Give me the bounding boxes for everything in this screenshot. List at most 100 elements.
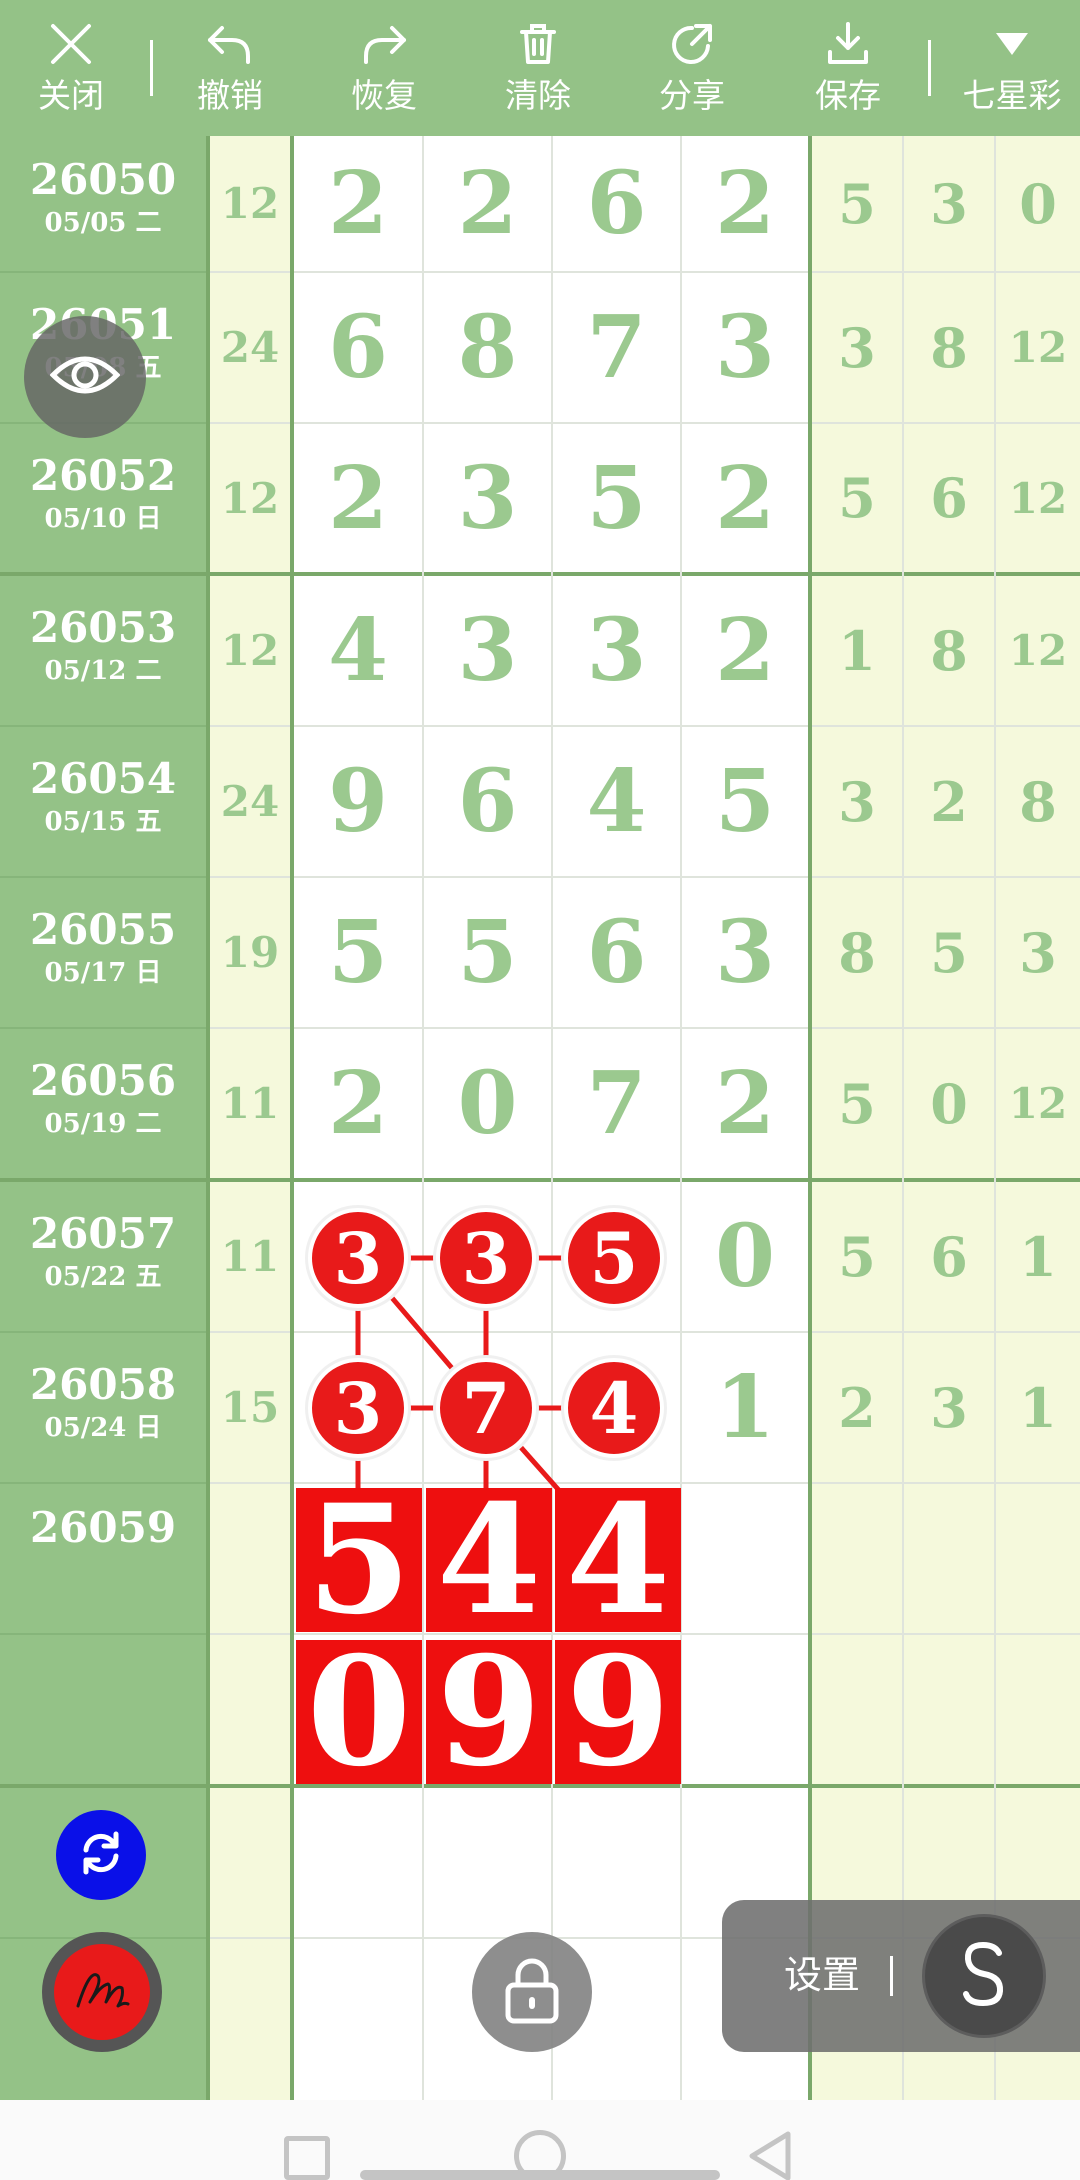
issue-label-26052: 26052 05/10 日 bbox=[0, 424, 206, 572]
digit-cell: 2 bbox=[457, 153, 518, 254]
digit-cell: 6 bbox=[328, 297, 388, 398]
tail-cell: 12 bbox=[1008, 473, 1068, 523]
digit-cell: 7 bbox=[586, 1053, 647, 1154]
issue-label-26058: 26058 05/24 日 bbox=[0, 1333, 206, 1482]
tail-cell: 3 bbox=[838, 315, 876, 380]
issue-date: 05/10 日 bbox=[44, 504, 162, 534]
digit-cell: 5 bbox=[457, 902, 518, 1003]
issue-number: 26057 bbox=[29, 1209, 177, 1258]
digit-cell: 0 bbox=[457, 1053, 518, 1154]
digit-cell: 2 bbox=[715, 447, 775, 549]
tail-cell: 1 bbox=[838, 618, 876, 683]
tail-cell: 1 bbox=[1019, 1224, 1057, 1289]
undo-button[interactable]: 撤销 bbox=[168, 0, 292, 136]
settings-s-button[interactable] bbox=[922, 1914, 1046, 2038]
save-button[interactable]: 保存 bbox=[786, 0, 910, 136]
digit-cell: 2 bbox=[328, 153, 388, 254]
digit-cell: 5 bbox=[715, 751, 775, 852]
issue-number: 26052 bbox=[29, 451, 177, 500]
prediction-box: 9 bbox=[555, 1637, 681, 1787]
issue-date: 05/19 二 bbox=[44, 1109, 162, 1139]
tail-cell: 1 bbox=[1019, 1375, 1057, 1440]
pen-scribble-icon bbox=[72, 1962, 132, 2022]
issue-number: 26054 bbox=[29, 754, 177, 803]
sum-cell: 12 bbox=[220, 179, 280, 228]
issue-label-26057: 26057 05/22 五 bbox=[0, 1182, 206, 1331]
settings-label: 设置 bbox=[784, 1953, 861, 1997]
refresh-icon bbox=[76, 1828, 126, 1882]
issue-label-26059: 26059 bbox=[0, 1484, 206, 1633]
tail-cell: 12 bbox=[1008, 323, 1068, 372]
sum-cell: 12 bbox=[220, 626, 280, 675]
digit-cell: 2 bbox=[715, 600, 775, 701]
save-label: 保存 bbox=[815, 76, 881, 115]
tail-cell: 5 bbox=[930, 920, 968, 985]
redo-button[interactable]: 恢复 bbox=[322, 0, 446, 136]
digit-cell: 5 bbox=[328, 902, 388, 1003]
issue-number: 26055 bbox=[29, 905, 177, 954]
sum-cell: 19 bbox=[220, 928, 280, 977]
tail-cell: 8 bbox=[930, 315, 968, 380]
highlight-ball: 5 bbox=[564, 1208, 664, 1308]
clear-button[interactable]: 清除 bbox=[476, 0, 600, 136]
issue-date: 05/17 日 bbox=[44, 958, 162, 988]
issue-label-26055: 26055 05/17 日 bbox=[0, 878, 206, 1027]
tail-cell: 6 bbox=[930, 1224, 968, 1289]
trash-icon bbox=[476, 16, 600, 72]
eye-icon bbox=[49, 353, 121, 401]
lottery-type-label: 七星彩 bbox=[962, 76, 1062, 115]
share-button[interactable]: 分享 bbox=[630, 0, 754, 136]
digit-cell: 6 bbox=[586, 902, 647, 1003]
tail-cell: 0 bbox=[1019, 171, 1057, 236]
digit-cell: 2 bbox=[328, 447, 388, 549]
digit-cell: 3 bbox=[457, 447, 518, 549]
close-button[interactable]: 关闭 bbox=[0, 0, 142, 136]
s-logo-icon bbox=[959, 1939, 1009, 2013]
pen-tool-button[interactable] bbox=[42, 1932, 162, 2052]
share-label: 分享 bbox=[659, 76, 725, 115]
issue-label-26054: 26054 05/15 五 bbox=[0, 727, 206, 876]
sum-cell: 12 bbox=[220, 473, 280, 523]
issue-label-26050: 26050 05/05 二 bbox=[0, 136, 206, 271]
lottery-type-dropdown[interactable]: 七星彩 bbox=[944, 0, 1080, 136]
tail-cell: 8 bbox=[930, 618, 968, 683]
recent-apps-icon[interactable] bbox=[284, 2136, 330, 2180]
issue-date: 05/15 五 bbox=[44, 807, 162, 837]
dropdown-triangle-icon bbox=[944, 16, 1080, 72]
issue-date: 05/24 日 bbox=[44, 1413, 162, 1443]
sum-cell: 24 bbox=[220, 777, 280, 826]
highlight-ball: 3 bbox=[436, 1208, 536, 1308]
digit-cell: 3 bbox=[457, 600, 518, 701]
tail-cell: 3 bbox=[838, 769, 876, 834]
toolbar-divider bbox=[150, 40, 153, 96]
close-icon bbox=[0, 16, 142, 72]
tail-cell: 8 bbox=[1019, 769, 1057, 834]
tail-cell: 12 bbox=[1008, 1079, 1068, 1128]
tail-cell: 5 bbox=[838, 466, 876, 530]
redo-icon bbox=[322, 16, 446, 72]
issue-number: 26053 bbox=[29, 603, 177, 652]
tail-cell: 5 bbox=[838, 1224, 876, 1289]
issue-label-26056: 26056 05/19 二 bbox=[0, 1029, 206, 1178]
settings-panel[interactable]: 设置 bbox=[722, 1900, 1080, 2052]
issue-label-26053: 26053 05/12 二 bbox=[0, 576, 206, 725]
lock-button[interactable] bbox=[472, 1932, 592, 2052]
gesture-bar[interactable] bbox=[360, 2170, 720, 2180]
system-navigation-bar bbox=[0, 2100, 1080, 2180]
digit-cell: 4 bbox=[586, 751, 647, 852]
back-icon[interactable] bbox=[746, 2130, 796, 2180]
share-icon bbox=[630, 16, 754, 72]
prediction-box: 4 bbox=[426, 1485, 552, 1635]
visibility-toggle-button[interactable] bbox=[24, 316, 146, 438]
refresh-button[interactable] bbox=[56, 1810, 146, 1900]
digit-cell: 0 bbox=[715, 1206, 775, 1307]
digit-cell: 5 bbox=[586, 447, 647, 549]
prediction-box: 4 bbox=[555, 1485, 681, 1635]
issue-number: 26058 bbox=[29, 1360, 177, 1409]
digit-cell: 2 bbox=[715, 153, 775, 254]
sum-cell: 15 bbox=[220, 1383, 280, 1432]
issue-number: 26056 bbox=[29, 1056, 177, 1105]
prediction-box: 9 bbox=[426, 1637, 552, 1787]
digit-cell: 2 bbox=[715, 1053, 775, 1154]
prediction-box: 0 bbox=[296, 1637, 422, 1787]
